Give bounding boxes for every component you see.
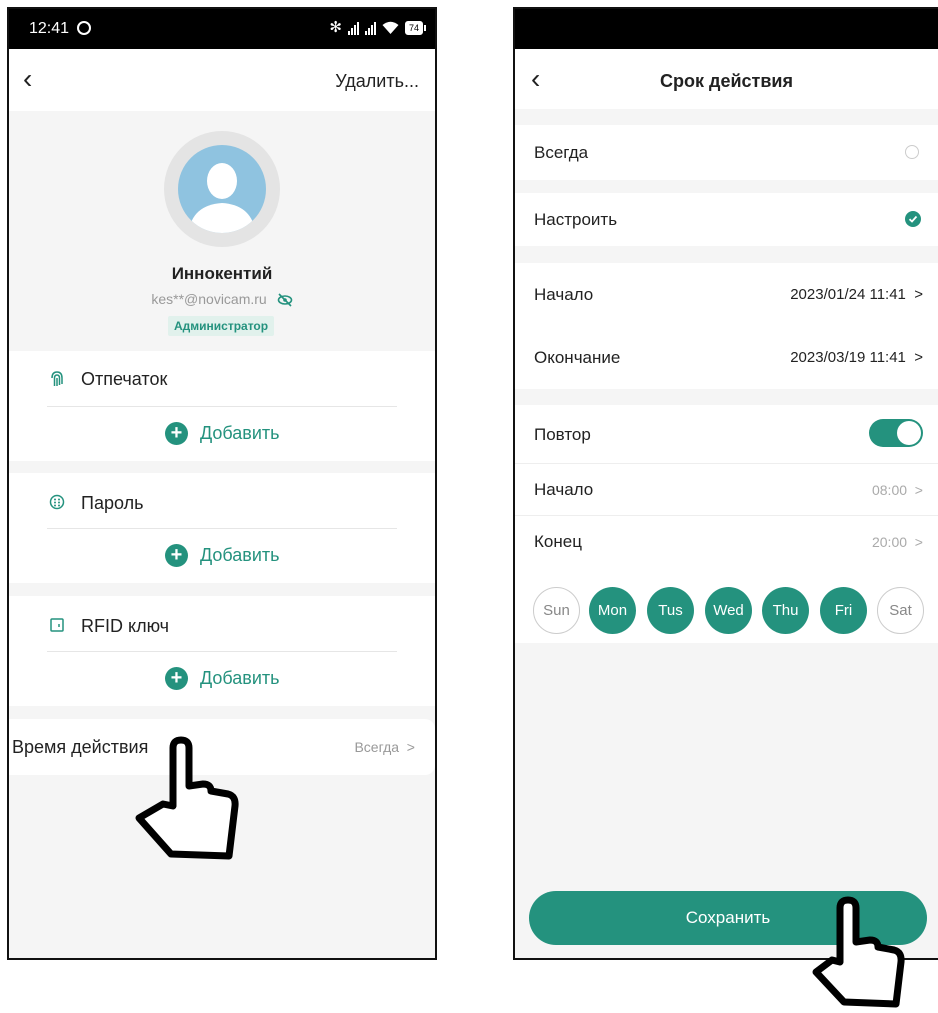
chevron-right-icon: >	[910, 534, 923, 550]
period-end-value-row: 2023/03/19 11:41 >	[790, 349, 923, 366]
chevron-right-icon: >	[910, 286, 923, 303]
status-time: 12:41	[29, 20, 70, 37]
alarm-icon	[77, 21, 91, 35]
weekday-selector: Sun Mon Tus Wed Thu Fri Sat	[515, 567, 938, 643]
user-email: kes**@novicam.ru	[151, 291, 267, 307]
option-custom-label: Настроить	[534, 210, 618, 229]
chevron-right-icon: >	[910, 349, 923, 366]
check-circle-icon[interactable]	[905, 211, 921, 227]
day-fri[interactable]: Fri	[820, 587, 867, 634]
plus-icon: +	[165, 544, 188, 567]
add-password-button[interactable]: + Добавить	[165, 544, 280, 567]
toggle-knob	[897, 421, 921, 445]
period-start-value-row: 2023/01/24 11:41 >	[790, 286, 923, 303]
wifi-icon	[382, 21, 399, 34]
validity-value: Всегда	[354, 739, 400, 755]
repeat-toggle[interactable]	[869, 419, 923, 447]
signal-icon	[347, 21, 359, 35]
period-end-label: Окончание	[534, 348, 621, 367]
rfid-card-icon	[50, 618, 64, 632]
add-fingerprint-label: Добавить	[200, 423, 280, 443]
divider	[47, 651, 397, 652]
repeat-end-label: Конец	[534, 532, 582, 551]
repeat-section: Повтор Начало 08:00 > Конец 20:00 >	[515, 405, 938, 567]
divider	[47, 406, 397, 407]
avatar	[164, 131, 280, 247]
user-email-row: kes**@novicam.ru	[9, 291, 435, 307]
status-icons: ✻ 74	[329, 19, 427, 37]
add-rfid-label: Добавить	[200, 668, 280, 688]
fingerprint-icon	[51, 371, 63, 386]
chevron-right-icon: >	[910, 482, 923, 498]
password-section: Пароль + Добавить	[9, 473, 435, 583]
user-name: Иннокентий	[171, 264, 273, 283]
password-title: Пароль	[81, 493, 144, 513]
day-tue[interactable]: Tus	[647, 587, 694, 634]
divider	[515, 463, 938, 464]
divider	[47, 528, 397, 529]
day-thu[interactable]: Thu	[762, 587, 809, 634]
signal-icon-2	[364, 21, 376, 35]
divider	[515, 515, 938, 516]
option-always-label: Всегда	[534, 143, 589, 162]
option-custom[interactable]: Настроить	[515, 193, 938, 246]
chevron-right-icon: >	[402, 739, 415, 755]
validity-value-row: Всегда >	[354, 739, 415, 755]
fingerprint-section: Отпечаток + Добавить	[9, 351, 435, 461]
repeat-label: Повтор	[534, 425, 591, 444]
plus-icon: +	[165, 667, 188, 690]
back-chevron-icon[interactable]: ‹	[23, 65, 32, 93]
period-start-value: 2023/01/24 11:41	[790, 286, 906, 303]
repeat-start-value-row: 08:00 >	[872, 482, 923, 498]
day-mon[interactable]: Mon	[589, 587, 636, 634]
validity-label: Время действия	[12, 737, 149, 757]
keypad-icon	[49, 494, 65, 510]
user-avatar-icon	[178, 145, 266, 233]
rfid-section: RFID ключ + Добавить	[9, 596, 435, 706]
period-section: Начало 2023/01/24 11:41 > Окончание 2023…	[515, 263, 938, 389]
repeat-start-label: Начало	[534, 480, 594, 499]
repeat-end-value-row: 20:00 >	[872, 534, 923, 550]
app-header: ‹ Срок действия	[515, 49, 938, 109]
repeat-start-value: 08:00	[871, 482, 908, 498]
status-bar: 12:41 ✻ 74	[9, 9, 435, 49]
day-sat[interactable]: Sat	[877, 587, 924, 634]
add-rfid-button[interactable]: + Добавить	[165, 667, 280, 690]
option-always[interactable]: Всегда	[515, 125, 938, 180]
phone-screen-user-details: 12:41 ✻ 74 ‹ Удалить... Иннокентий kes**…	[7, 7, 437, 960]
day-wed[interactable]: Wed	[705, 587, 752, 634]
role-badge: Администратор	[168, 316, 275, 336]
rfid-title: RFID ключ	[81, 616, 170, 636]
pointing-hand-icon	[135, 736, 239, 860]
eye-off-icon[interactable]	[277, 293, 293, 307]
phone-screen-validity-period: ‹ Срок действия Всегда Настроить Начало …	[513, 7, 938, 960]
plus-icon: +	[165, 422, 188, 445]
period-start-label: Начало	[534, 285, 594, 304]
period-end-value: 2023/03/19 11:41	[790, 349, 906, 366]
bluetooth-icon: ✻	[329, 19, 342, 36]
pointing-hand-icon	[812, 896, 905, 1008]
app-header: ‹ Удалить...	[9, 49, 435, 111]
status-bar	[515, 9, 938, 49]
fingerprint-title: Отпечаток	[81, 369, 168, 389]
battery-icon: 74	[404, 21, 427, 35]
user-profile: Иннокентий kes**@novicam.ru Администрато…	[9, 111, 435, 351]
page-title: Срок действия	[660, 71, 793, 91]
add-password-label: Добавить	[200, 545, 280, 565]
delete-button[interactable]: Удалить...	[335, 71, 419, 92]
repeat-end-value: 20:00	[871, 534, 908, 550]
add-fingerprint-button[interactable]: + Добавить	[165, 422, 280, 445]
day-sun[interactable]: Sun	[533, 587, 580, 634]
radio-unchecked-icon[interactable]	[905, 145, 919, 159]
